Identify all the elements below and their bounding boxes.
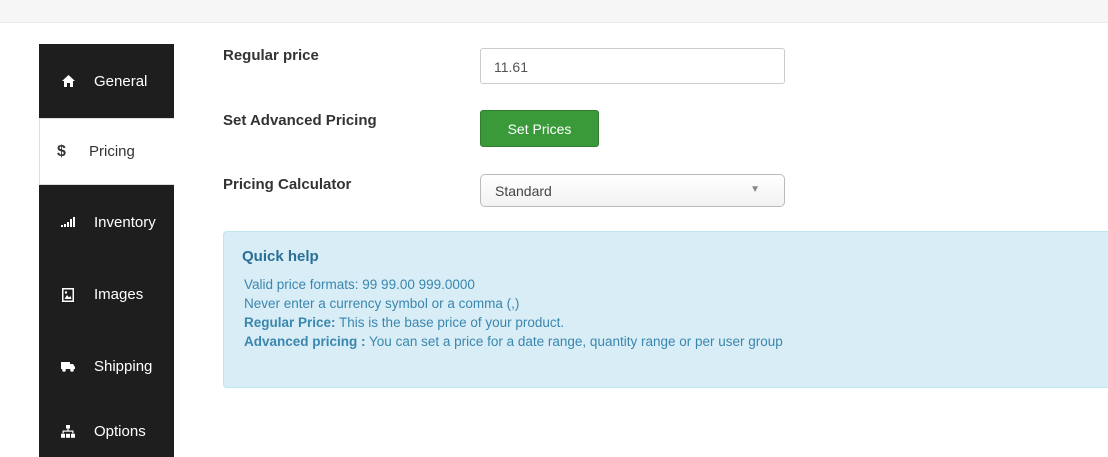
help-regular-price-term: Regular Price: bbox=[244, 315, 336, 330]
sidebar-item-label: Pricing bbox=[89, 143, 135, 160]
pricing-calculator-select[interactable]: Standard ▼ bbox=[480, 174, 785, 207]
sidebar-item-general[interactable]: General bbox=[39, 44, 174, 118]
sitemap-icon bbox=[57, 425, 79, 438]
top-strip bbox=[0, 0, 1108, 22]
help-advanced-pricing-term: Advanced pricing : bbox=[244, 334, 366, 349]
select-value: Standard bbox=[495, 183, 552, 199]
sidebar-item-label: Options bbox=[94, 423, 146, 440]
truck-icon bbox=[57, 361, 79, 372]
help-advanced-pricing-text: You can set a price for a date range, qu… bbox=[365, 334, 783, 349]
image-icon bbox=[57, 287, 79, 302]
help-regular-price-text: This is the base price of your product. bbox=[335, 315, 565, 330]
quick-help-box: Quick help Valid price formats: 99 99.00… bbox=[223, 231, 1108, 388]
top-divider bbox=[0, 22, 1108, 23]
chevron-down-icon: ▼ bbox=[750, 184, 760, 195]
sidebar-item-label: Images bbox=[94, 286, 144, 303]
home-icon bbox=[57, 75, 79, 87]
sidebar-item-shipping[interactable]: Shipping bbox=[39, 330, 174, 402]
sidebar: General $ Pricing Inventory Images Shipp… bbox=[39, 44, 174, 457]
help-line-currency: Never enter a currency symbol or a comma… bbox=[244, 296, 520, 311]
sidebar-item-options[interactable]: Options bbox=[39, 402, 174, 457]
help-line-formats: Valid price formats: 99 99.00 999.0000 bbox=[244, 277, 475, 292]
sidebar-item-label: Shipping bbox=[94, 357, 153, 375]
sidebar-item-pricing[interactable]: $ Pricing bbox=[39, 118, 174, 185]
pricing-calculator-label: Pricing Calculator bbox=[223, 176, 352, 193]
regular-price-label: Regular price bbox=[223, 47, 319, 64]
help-line-regular-price: Regular Price: This is the base price of… bbox=[244, 315, 564, 330]
sidebar-item-label: General bbox=[94, 72, 148, 90]
help-line-advanced-pricing: Advanced pricing : You can set a price f… bbox=[244, 334, 783, 349]
regular-price-input[interactable]: 11.61 bbox=[480, 48, 785, 84]
advanced-pricing-label: Set Advanced Pricing bbox=[223, 112, 377, 129]
sidebar-item-images[interactable]: Images bbox=[39, 259, 174, 330]
signal-bars-icon bbox=[57, 217, 79, 227]
set-prices-button[interactable]: Set Prices bbox=[480, 110, 599, 147]
dollar-icon: $ bbox=[57, 142, 66, 160]
sidebar-item-inventory[interactable]: Inventory bbox=[39, 185, 174, 259]
quick-help-title: Quick help bbox=[242, 248, 319, 265]
sidebar-item-label: Inventory bbox=[94, 213, 156, 231]
